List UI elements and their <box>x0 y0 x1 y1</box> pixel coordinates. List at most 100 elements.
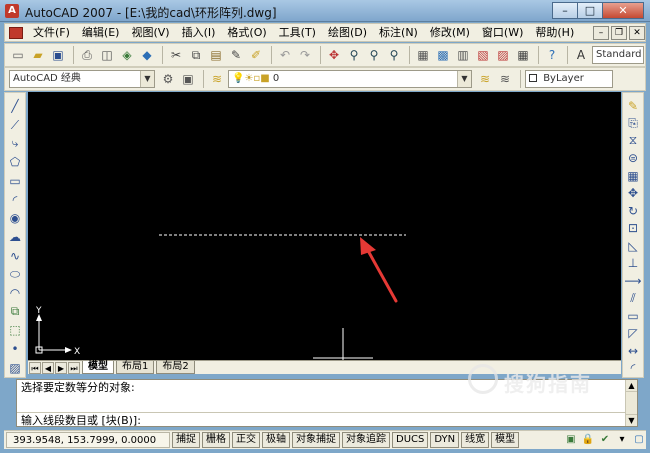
block-editor-icon[interactable]: ✐ <box>247 46 265 64</box>
fillet-icon[interactable]: ↔ <box>624 342 642 360</box>
chevron-down-icon[interactable]: ▾ <box>615 433 629 447</box>
rotate-icon[interactable]: ↻ <box>624 202 642 220</box>
new-icon[interactable]: ▭ <box>9 46 27 64</box>
text-style-combo[interactable]: Standard <box>592 46 644 64</box>
publish-icon[interactable]: ◈ <box>118 46 136 64</box>
copy-object-icon[interactable]: ⎘ <box>624 115 642 133</box>
maximize-button[interactable]: □ <box>577 2 603 19</box>
undo-icon[interactable]: ↶ <box>276 46 294 64</box>
design-center-icon[interactable]: ▩ <box>434 46 452 64</box>
grid-button[interactable]: 栅格 <box>202 432 230 448</box>
open-icon[interactable]: ▰ <box>29 46 47 64</box>
revision-cloud-icon[interactable]: ☁ <box>6 228 24 247</box>
point-icon[interactable]: • <box>6 340 24 359</box>
minimize-button[interactable]: – <box>552 2 578 19</box>
document-icon[interactable] <box>9 26 23 39</box>
menu-edit[interactable]: 编辑(E) <box>76 24 126 41</box>
dyn-button[interactable]: DYN <box>430 432 460 448</box>
zoom-realtime-icon[interactable]: ⚲ <box>345 46 363 64</box>
mirror-icon[interactable]: ⧖ <box>624 132 642 150</box>
polyline-icon[interactable]: ⤷ <box>6 134 24 153</box>
save-icon[interactable]: ▣ <box>49 46 67 64</box>
move-icon[interactable]: ✥ <box>624 185 642 203</box>
break-icon[interactable]: ⫽ <box>624 290 642 308</box>
tab-layout2[interactable]: 布局2 <box>156 361 195 374</box>
pan-icon[interactable]: ✥ <box>325 46 343 64</box>
menu-insert[interactable]: 插入(I) <box>176 24 222 41</box>
trusted-icon[interactable]: ✔ <box>598 433 612 447</box>
command-window[interactable]: 选择要定数等分的对象: 输入线段数目或 [块(B)]: ▲ ▼ <box>16 379 638 427</box>
otrack-button[interactable]: 对象追踪 <box>342 432 390 448</box>
construction-line-icon[interactable]: ⟋ <box>6 116 24 135</box>
line-icon[interactable]: ╱ <box>6 97 24 116</box>
first-tab-button[interactable]: ⏮ <box>29 361 41 374</box>
scroll-up-icon[interactable]: ▲ <box>626 380 637 392</box>
doc-close-button[interactable]: ✕ <box>629 25 645 40</box>
menu-dimension[interactable]: 标注(N) <box>373 24 424 41</box>
menu-help[interactable]: 帮助(H) <box>529 24 580 41</box>
circle-icon[interactable]: ◉ <box>6 209 24 228</box>
make-current-layer-icon[interactable]: ≋ <box>476 70 494 88</box>
menu-format[interactable]: 格式(O) <box>221 24 272 41</box>
lineweight-button[interactable]: 线宽 <box>461 432 490 448</box>
explode-icon[interactable]: ◜ <box>624 360 642 378</box>
copy-icon[interactable]: ⧉ <box>187 46 205 64</box>
close-button[interactable]: ✕ <box>602 2 644 19</box>
prev-tab-button[interactable]: ◀ <box>42 361 54 374</box>
communication-center-icon[interactable]: ▣ <box>564 433 578 447</box>
tab-model[interactable]: 模型 <box>82 361 114 374</box>
menu-draw[interactable]: 绘图(D) <box>322 24 373 41</box>
sheet-set-icon[interactable]: ▧ <box>474 46 492 64</box>
model-button[interactable]: 模型 <box>491 432 520 448</box>
coordinate-readout[interactable]: 393.9548, 153.7999, 0.0000 <box>6 432 170 448</box>
menu-file[interactable]: 文件(F) <box>27 24 76 41</box>
help-icon[interactable]: ? <box>543 46 561 64</box>
ellipse-arc-icon[interactable]: ◠ <box>6 284 24 303</box>
redo-icon[interactable]: ↷ <box>296 46 314 64</box>
match-properties-icon[interactable]: ✎ <box>227 46 245 64</box>
layer-combo[interactable]: 💡☀▫■ 0 ▼ <box>228 70 472 88</box>
my-workspace-icon[interactable]: ▣ <box>179 70 197 88</box>
polar-button[interactable]: 极轴 <box>262 432 290 448</box>
next-tab-button[interactable]: ▶ <box>55 361 67 374</box>
zoom-previous-icon[interactable]: ⚲ <box>385 46 403 64</box>
chevron-down-icon[interactable]: ▼ <box>140 71 154 87</box>
workspace-combo[interactable]: AutoCAD 经典 ▼ <box>9 70 155 88</box>
stretch-icon[interactable]: ◺ <box>624 237 642 255</box>
menu-tools[interactable]: 工具(T) <box>273 24 322 41</box>
clean-screen-icon[interactable]: ▢ <box>632 433 646 447</box>
join-icon[interactable]: ▭ <box>624 307 642 325</box>
erase-icon[interactable]: ✎ <box>624 97 642 115</box>
command-prompt[interactable]: 输入线段数目或 [块(B)]: <box>17 412 637 428</box>
spline-icon[interactable]: ∿ <box>6 246 24 265</box>
workspace-settings-icon[interactable]: ⚙ <box>159 70 177 88</box>
array-icon[interactable]: ▦ <box>624 167 642 185</box>
menu-view[interactable]: 视图(V) <box>125 24 175 41</box>
tab-layout1[interactable]: 布局1 <box>116 361 155 374</box>
menu-window[interactable]: 窗口(W) <box>476 24 529 41</box>
hatch-icon[interactable]: ▨ <box>6 358 24 377</box>
paste-icon[interactable]: ▤ <box>207 46 225 64</box>
layer-manager-icon[interactable]: ≋ <box>208 70 226 88</box>
command-scrollbar[interactable]: ▲ ▼ <box>625 380 637 426</box>
ducs-button[interactable]: DUCS <box>392 432 429 448</box>
calculator-icon[interactable]: ▦ <box>514 46 532 64</box>
last-tab-button[interactable]: ⏭ <box>68 361 80 374</box>
snap-button[interactable]: 捕捉 <box>172 432 200 448</box>
rectangle-icon[interactable]: ▭ <box>6 172 24 191</box>
color-combo[interactable]: ByLayer <box>525 70 613 88</box>
offset-icon[interactable]: ⊜ <box>624 150 642 168</box>
chevron-down-icon[interactable]: ▼ <box>457 71 471 87</box>
tool-palettes-icon[interactable]: ▥ <box>454 46 472 64</box>
markup-icon[interactable]: ▨ <box>494 46 512 64</box>
zoom-window-icon[interactable]: ⚲ <box>365 46 383 64</box>
doc-minimize-button[interactable]: – <box>593 25 609 40</box>
doc-restore-button[interactable]: ❐ <box>611 25 627 40</box>
3d-dwf-icon[interactable]: ◆ <box>138 46 156 64</box>
chamfer-icon[interactable]: ◸ <box>624 325 642 343</box>
polygon-icon[interactable]: ⬠ <box>6 153 24 172</box>
ellipse-icon[interactable]: ⬭ <box>6 265 24 284</box>
properties-icon[interactable]: ▦ <box>414 46 432 64</box>
layer-previous-icon[interactable]: ≋ <box>496 70 514 88</box>
text-style-icon[interactable]: A <box>572 46 590 64</box>
